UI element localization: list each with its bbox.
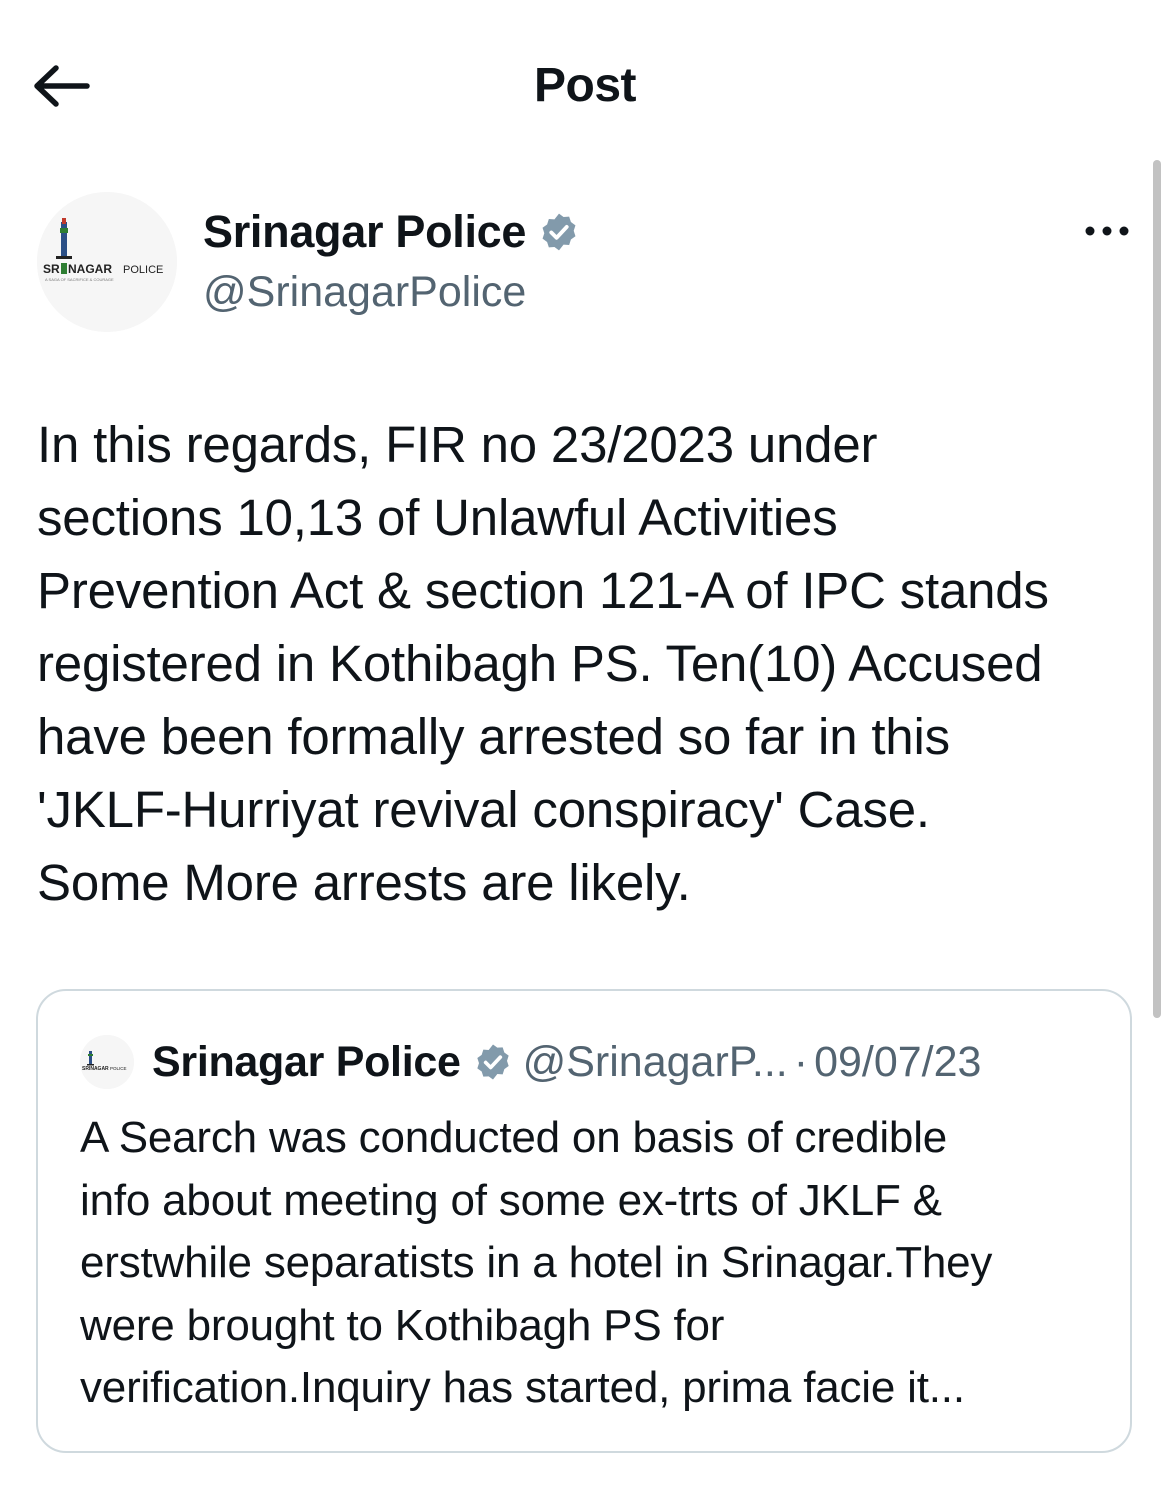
more-options-button[interactable] (1078, 208, 1136, 254)
svg-text:NAGAR: NAGAR (68, 262, 112, 276)
quoted-post-date: 09/07/23 (814, 1038, 982, 1086)
avatar[interactable]: SR NAGAR POLICE A SAGA OF SACRIFICE & CO… (37, 192, 177, 332)
svg-text:SRINAGAR: SRINAGAR (82, 1066, 109, 1072)
svg-text:POLICE: POLICE (110, 1066, 127, 1071)
top-bar: Post (0, 0, 1170, 170)
verified-badge-icon (542, 213, 576, 251)
quoted-avatar: SRINAGAR POLICE (80, 1035, 134, 1089)
svg-text:SR: SR (43, 262, 60, 276)
scrollbar-thumb[interactable] (1153, 160, 1161, 1018)
quoted-post-text: A Search was conducted on basis of credi… (80, 1113, 993, 1412)
post-text: In this regards, FIR no 23/2023 under se… (37, 416, 1049, 911)
srinagar-police-logo: SRINAGAR POLICE (80, 1035, 134, 1089)
more-options-icon (1085, 226, 1129, 236)
author-name-row[interactable]: Srinagar Police (203, 202, 580, 262)
quoted-post-card[interactable]: SRINAGAR POLICE Srinagar Police @Srinaga… (36, 989, 1132, 1453)
quoted-post-header: SRINAGAR POLICE Srinagar Police @Srinaga… (80, 1031, 981, 1093)
meta-separator: · (793, 1038, 809, 1086)
author-handle[interactable]: @SrinagarPolice (203, 264, 526, 320)
quoted-author-handle: @SrinagarP... (522, 1038, 788, 1086)
svg-text:POLICE: POLICE (123, 264, 163, 276)
verified-badge-icon (476, 1044, 509, 1080)
page-title: Post (533, 59, 637, 112)
svg-text:A SAGA OF SACRIFICE & COURAGE: A SAGA OF SACRIFICE & COURAGE (45, 277, 114, 282)
quoted-author-name: Srinagar Police (152, 1038, 461, 1086)
srinagar-police-logo: SR NAGAR POLICE A SAGA OF SACRIFICE & CO… (37, 192, 177, 332)
author-name[interactable]: Srinagar Police (203, 202, 526, 262)
